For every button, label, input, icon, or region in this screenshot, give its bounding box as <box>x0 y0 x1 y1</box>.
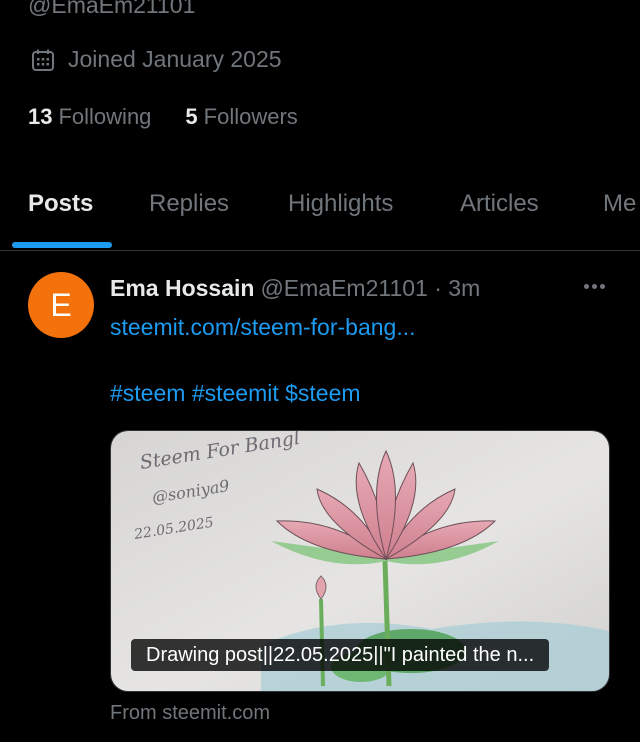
following-count: 13 <box>28 104 53 129</box>
post-link[interactable]: steemit.com/steem-for-bang... <box>110 314 416 341</box>
follow-stats: 13 Following 5 Followers <box>28 104 298 130</box>
tab-articles[interactable]: Articles <box>460 190 539 218</box>
profile-handle: @EmaEm21101 <box>28 0 196 18</box>
avatar[interactable]: E <box>28 272 94 338</box>
joined-date: Joined January 2025 <box>30 46 282 73</box>
tab-media[interactable]: Me <box>603 190 636 218</box>
more-dot <box>600 284 605 289</box>
active-tab-indicator <box>12 242 112 248</box>
followers-count: 5 <box>185 104 198 129</box>
card-caption: Drawing post||22.05.2025||"I painted the… <box>131 639 550 671</box>
following-label: Following <box>58 104 152 129</box>
joined-label: Joined January 2025 <box>68 46 282 72</box>
tab-replies[interactable]: Replies <box>149 190 229 218</box>
post-meta: @EmaEm21101 · 3m <box>260 275 481 301</box>
profile-tabs: Posts Replies Highlights Articles Me <box>0 170 640 251</box>
tab-posts[interactable]: Posts <box>28 190 93 218</box>
following-link[interactable]: 13 Following <box>28 104 151 130</box>
more-dot <box>592 284 597 289</box>
more-icon[interactable] <box>584 284 605 289</box>
post-header: Ema Hossain @EmaEm21101 · 3m <box>110 275 480 302</box>
calendar-icon <box>32 49 54 71</box>
followers-label: Followers <box>203 104 298 129</box>
author-name[interactable]: Ema Hossain <box>110 275 254 301</box>
more-dot <box>584 284 589 289</box>
post-hashtags[interactable]: #steem #steemit $steem <box>110 380 361 407</box>
followers-link[interactable]: 5 Followers <box>185 104 297 130</box>
card-source[interactable]: From steemit.com <box>110 702 270 725</box>
tab-highlights[interactable]: Highlights <box>288 190 393 218</box>
